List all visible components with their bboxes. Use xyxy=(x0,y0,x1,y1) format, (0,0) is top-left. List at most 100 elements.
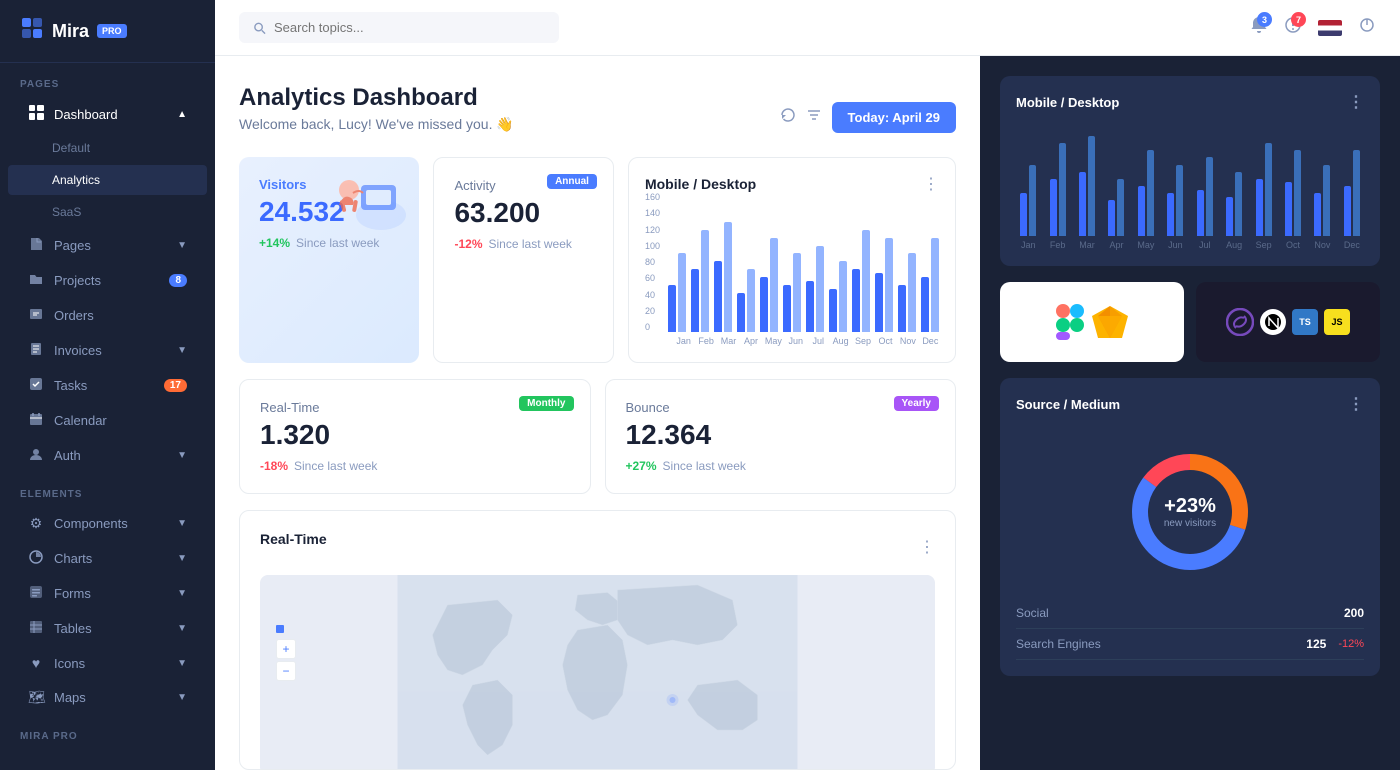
refresh-icon[interactable] xyxy=(780,107,796,128)
language-flag[interactable] xyxy=(1318,20,1342,36)
sidebar-item-saas[interactable]: SaaS xyxy=(8,197,207,227)
realtime-value: 1.320 xyxy=(260,419,570,451)
light-panel: Analytics Dashboard Welcome back, Lucy! … xyxy=(215,56,980,770)
topbar-right: 3 7 xyxy=(1250,16,1376,39)
source-medium-title: Source / Medium ⋮ xyxy=(1016,394,1364,414)
dark-chart-menu[interactable]: ⋮ xyxy=(1348,92,1364,112)
sidebar-item-pages[interactable]: Pages ▼ xyxy=(8,229,207,262)
source-item-social: Social 200 xyxy=(1016,598,1364,629)
date-button[interactable]: Today: April 29 xyxy=(832,102,956,133)
tech-logos: TS JS xyxy=(1000,282,1380,362)
projects-label: Projects xyxy=(54,273,101,288)
bounce-value: 12.364 xyxy=(626,419,936,451)
sidebar-item-charts[interactable]: Charts ▼ xyxy=(8,542,207,575)
donut-percent: +23% xyxy=(1164,495,1216,518)
activity-change-label: Since last week xyxy=(489,237,572,251)
search-change: -12% xyxy=(1338,638,1364,650)
donut-text: new visitors xyxy=(1164,518,1216,529)
filter-icon[interactable] xyxy=(806,107,822,128)
power-button[interactable] xyxy=(1358,16,1376,39)
tasks-icon xyxy=(28,377,44,394)
sidebar-item-tasks[interactable]: Tasks 17 xyxy=(8,369,207,402)
search-input[interactable] xyxy=(274,20,545,35)
calendar-label: Calendar xyxy=(54,413,107,428)
realtime-change-label: Since last week xyxy=(294,459,377,473)
alerts-button[interactable]: 7 xyxy=(1284,16,1302,39)
section-pages: PAGES xyxy=(0,63,215,96)
maps-icon: 🗺 xyxy=(28,689,44,706)
app-badge: PRO xyxy=(97,24,127,38)
realtime-badge: Monthly xyxy=(519,396,573,411)
icons-icon: ♥ xyxy=(28,655,44,671)
realtime-card: Monthly Real-Time 1.320 -18% Since last … xyxy=(239,379,591,494)
mobile-desktop-menu[interactable]: ⋮ xyxy=(923,174,939,194)
visitors-card: Visitors 24.532 +14% Since last week xyxy=(239,157,419,363)
activity-value: 63.200 xyxy=(454,197,592,229)
bounce-change: +27% Since last week xyxy=(626,459,936,473)
topbar: 3 7 xyxy=(215,0,1400,56)
dark-mobile-desktop-card: Mobile / Desktop ⋮ JanFebMarAprMayJunJul… xyxy=(1000,76,1380,266)
sidebar-item-invoices[interactable]: Invoices ▼ xyxy=(8,334,207,367)
sidebar-item-components[interactable]: ⚙ Components ▼ xyxy=(8,507,207,540)
sidebar-item-default[interactable]: Default xyxy=(8,133,207,163)
sidebar-item-orders[interactable]: Orders xyxy=(8,299,207,332)
header-actions: Analytics Dashboard Welcome back, Lucy! … xyxy=(239,84,956,133)
forms-label: Forms xyxy=(54,586,91,601)
sidebar-item-forms[interactable]: Forms ▼ xyxy=(8,577,207,610)
main-area: 3 7 Analytics Dashboard Welcome back, Lu… xyxy=(215,0,1400,770)
social-value: 200 xyxy=(1344,606,1364,620)
tech-stack-card: TS JS xyxy=(1196,282,1380,362)
saas-label: SaaS xyxy=(52,205,81,219)
dark-chart-title: Mobile / Desktop ⋮ xyxy=(1016,92,1364,112)
sidebar-item-calendar[interactable]: Calendar xyxy=(8,404,207,437)
realtime-map: Real-Time ⋮ + − xyxy=(239,510,956,770)
map-menu[interactable]: ⋮ xyxy=(919,537,935,557)
source-medium-label: Source / Medium xyxy=(1016,397,1120,412)
sidebar-item-tables[interactable]: Tables ▼ xyxy=(8,612,207,645)
alerts-badge: 7 xyxy=(1291,12,1306,27)
orders-icon xyxy=(28,307,44,324)
search-box[interactable] xyxy=(239,12,559,43)
icons-chevron: ▼ xyxy=(177,658,187,669)
default-label: Default xyxy=(52,141,90,155)
redux-icon xyxy=(1226,308,1254,336)
page-subtitle: Welcome back, Lucy! We've missed you. 👋 xyxy=(239,116,768,133)
sidebar-item-icons[interactable]: ♥ Icons ▼ xyxy=(8,647,207,679)
components-chevron: ▼ xyxy=(177,518,187,529)
sidebar-item-auth[interactable]: Auth ▼ xyxy=(8,439,207,472)
sidebar-item-dashboard[interactable]: Dashboard ▲ xyxy=(8,97,207,131)
page-title: Analytics Dashboard xyxy=(239,84,768,112)
logo-icon xyxy=(20,16,44,46)
calendar-icon xyxy=(28,412,44,429)
mobile-desktop-card: Mobile / Desktop ⋮ 160 140 120 100 80 60… xyxy=(628,157,956,363)
search-value: 125 xyxy=(1306,637,1326,651)
maps-label: Maps xyxy=(54,690,86,705)
tables-label: Tables xyxy=(54,621,92,636)
bounce-badge: Yearly xyxy=(894,396,939,411)
nextjs-icon xyxy=(1260,309,1286,335)
maps-chevron: ▼ xyxy=(177,692,187,703)
sidebar-item-projects[interactable]: Projects 8 xyxy=(8,264,207,297)
charts-icon xyxy=(28,550,44,567)
sidebar-item-analytics[interactable]: Analytics xyxy=(8,165,207,195)
sidebar-item-maps[interactable]: 🗺 Maps ▼ xyxy=(8,681,207,714)
source-medium-menu[interactable]: ⋮ xyxy=(1348,394,1364,414)
sidebar: Mira PRO PAGES Dashboard ▲ Default Analy… xyxy=(0,0,215,770)
icons-label: Icons xyxy=(54,656,85,671)
notifications-button[interactable]: 3 xyxy=(1250,16,1268,39)
invoices-icon xyxy=(28,342,44,359)
sidebar-logo: Mira PRO xyxy=(0,0,215,63)
auth-icon xyxy=(28,447,44,464)
tasks-label: Tasks xyxy=(54,378,87,393)
app-name: Mira xyxy=(52,21,89,42)
figma-icon xyxy=(1056,304,1084,340)
activity-card: Annual Activity 63.200 -12% Since last w… xyxy=(433,157,613,363)
source-item-search: Search Engines 125 -12% xyxy=(1016,629,1364,660)
charts-label: Charts xyxy=(54,551,92,566)
search-engines-label: Search Engines xyxy=(1016,637,1101,651)
content-area: Analytics Dashboard Welcome back, Lucy! … xyxy=(215,56,1400,770)
donut-chart: +23% new visitors xyxy=(1016,426,1364,598)
bounce-label: Bounce xyxy=(626,400,936,415)
tasks-badge: 17 xyxy=(164,379,187,392)
bounce-change-value: +27% xyxy=(626,459,657,473)
